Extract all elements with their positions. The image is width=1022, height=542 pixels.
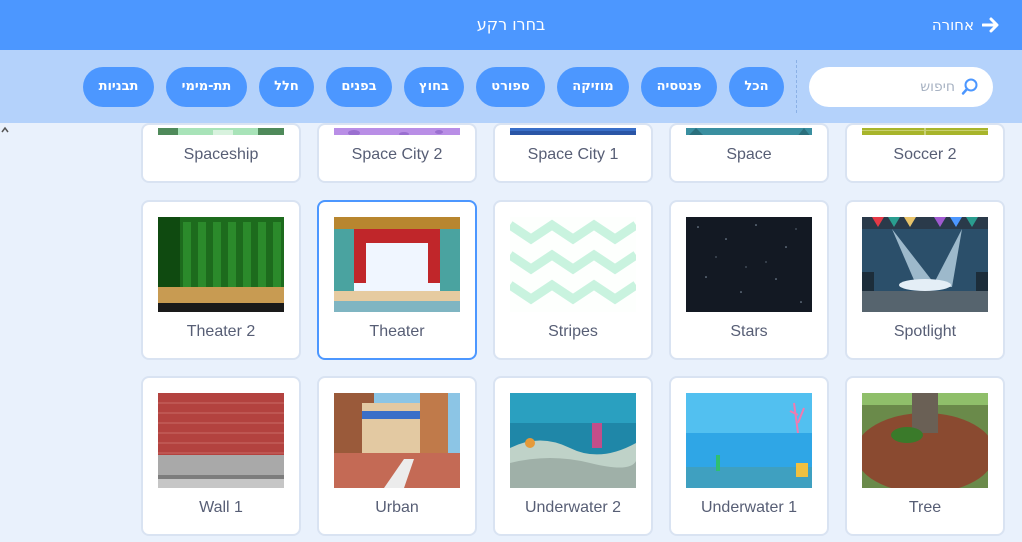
backdrop-label: Stars (730, 323, 768, 340)
modal-header: בחרו רקע אחורה (0, 0, 1022, 50)
backdrop-label: Theater 2 (186, 323, 256, 340)
backdrop-grid: Spaceship Space City 2 Space City 1 Spac… (0, 123, 1022, 542)
back-label: אחורה (931, 16, 974, 34)
backdrop-thumbnail (510, 393, 636, 488)
filter-bar: הכל פנטסיה מוזיקה ספורט בחוץ בפנים חלל ת… (0, 50, 1022, 123)
search-box[interactable] (809, 67, 993, 107)
backdrop-label: Underwater 1 (700, 499, 798, 516)
backdrop-card-space-city-2[interactable]: Space City 2 (317, 123, 477, 183)
back-button[interactable]: אחורה (932, 0, 1000, 50)
backdrop-label: Urban (375, 499, 419, 516)
backdrop-thumbnail (334, 217, 460, 312)
backdrop-label: Theater (369, 323, 425, 340)
backdrop-label: Tree (908, 499, 942, 516)
backdrop-thumbnail (686, 125, 812, 135)
backdrop-label: Spotlight (893, 323, 957, 340)
backdrop-thumbnail (862, 125, 988, 135)
backdrop-card-space-city-1[interactable]: Space City 1 (493, 123, 653, 183)
backdrop-card-theater[interactable]: Theater (317, 200, 477, 360)
divider (796, 60, 797, 113)
backdrop-thumbnail (334, 393, 460, 488)
tag-patterns[interactable]: תבניות (83, 67, 154, 107)
tag-label: חלל (274, 79, 299, 94)
backdrop-thumbnail (862, 217, 988, 312)
backdrop-thumbnail (686, 393, 812, 488)
backdrop-label: Spaceship (183, 146, 259, 163)
tag-fantasy[interactable]: פנטסיה (641, 67, 717, 107)
backdrop-thumbnail (510, 217, 636, 312)
backdrop-card-theater-2[interactable]: Theater 2 (141, 200, 301, 360)
backdrop-card-wall-1[interactable]: Wall 1 (141, 376, 301, 536)
tag-label: תבניות (98, 79, 139, 94)
modal-title: בחרו רקע (476, 15, 546, 34)
backdrop-label: Underwater 2 (524, 499, 622, 516)
tag-space[interactable]: חלל (259, 67, 314, 107)
tag-music[interactable]: מוזיקה (557, 67, 629, 107)
backdrop-thumbnail (862, 393, 988, 488)
backdrop-thumbnail (158, 217, 284, 312)
backdrop-card-underwater-1[interactable]: Underwater 1 (669, 376, 829, 536)
backdrop-card-stars[interactable]: Stars (669, 200, 829, 360)
backdrop-card-space[interactable]: Space (669, 123, 829, 183)
backdrop-label: Stripes (548, 323, 598, 340)
backdrop-label: Space City 1 (527, 146, 619, 163)
backdrop-label: Space (726, 146, 772, 163)
tag-all[interactable]: הכל (729, 67, 784, 107)
backdrop-thumbnail (334, 125, 460, 135)
backdrop-card-soccer-2[interactable]: Soccer 2 (845, 123, 1005, 183)
tag-label: מוזיקה (572, 79, 614, 94)
backdrop-label: Wall 1 (199, 499, 243, 516)
tag-sports[interactable]: ספורט (476, 67, 545, 107)
backdrop-card-spaceship[interactable]: Spaceship (141, 123, 301, 183)
backdrop-card-urban[interactable]: Urban (317, 376, 477, 536)
backdrop-thumbnail (686, 217, 812, 312)
tag-indoors[interactable]: בפנים (326, 67, 392, 107)
tag-underwater[interactable]: תת-מימי (166, 67, 247, 107)
tag-label: ספורט (491, 79, 530, 94)
search-icon (961, 78, 978, 95)
backdrop-card-spotlight[interactable]: Spotlight (845, 200, 1005, 360)
backdrop-thumbnail (158, 393, 284, 488)
tag-label: הכל (744, 79, 769, 94)
backdrop-card-stripes[interactable]: Stripes (493, 200, 653, 360)
backdrop-card-tree[interactable]: Tree (845, 376, 1005, 536)
backdrop-thumbnail (510, 125, 636, 135)
backdrop-label: Space City 2 (351, 146, 443, 163)
backdrop-card-underwater-2[interactable]: Underwater 2 (493, 376, 653, 536)
search-input[interactable] (825, 79, 955, 95)
arrow-right-icon (982, 17, 999, 33)
tag-outdoors[interactable]: בחוץ (404, 67, 464, 107)
tag-label: בפנים (341, 79, 377, 94)
backdrop-label: Soccer 2 (893, 146, 957, 163)
tag-label: בחוץ (419, 79, 449, 94)
tag-label: פנטסיה (656, 79, 702, 94)
tag-label: תת-מימי (181, 79, 232, 94)
backdrop-thumbnail (158, 125, 284, 135)
